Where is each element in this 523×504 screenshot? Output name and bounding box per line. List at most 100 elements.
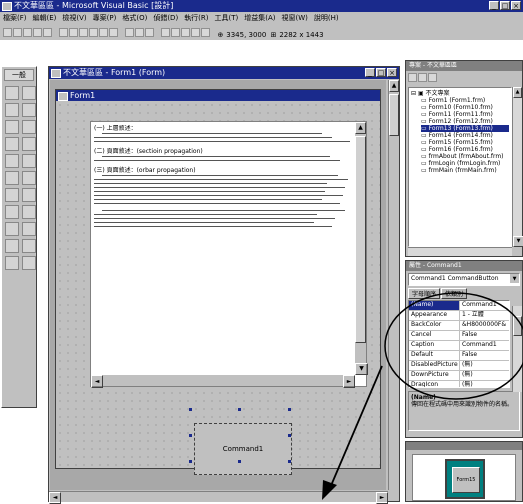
label-tool-icon[interactable] <box>5 103 19 117</box>
toolbox-icon[interactable] <box>200 28 210 37</box>
property-row[interactable]: BackColor &H8000000F& <box>409 321 509 331</box>
listbox-tool-icon[interactable] <box>22 154 36 168</box>
add-project-icon[interactable] <box>3 28 12 37</box>
line-tool-icon[interactable] <box>22 222 36 236</box>
object-browser-icon[interactable] <box>190 28 200 37</box>
undo-icon[interactable] <box>98 28 108 37</box>
project-tree-item[interactable]: ▭ Form13 (Form13.frm) <box>421 125 509 132</box>
project-tree-item[interactable]: ▭ Form12 (Form12.frm) <box>421 118 509 125</box>
project-tree-item[interactable]: ▭ Form16 (Form16.frm) <box>421 146 509 153</box>
tab-categorized[interactable]: 依類別 <box>441 288 468 299</box>
combobox-tool-icon[interactable] <box>5 154 19 168</box>
project-tree-item[interactable]: ▭ frmLogin (frmLogin.frm) <box>421 160 509 167</box>
end-icon[interactable] <box>144 28 154 37</box>
designer-vscrollbar[interactable]: ▲ <box>388 80 399 490</box>
add-form-icon[interactable] <box>13 28 22 37</box>
property-value[interactable]: (無) <box>460 381 509 387</box>
handle-n[interactable] <box>238 408 241 411</box>
minimize-button[interactable]: _ <box>489 1 499 10</box>
textbox-tool-icon[interactable] <box>22 103 36 117</box>
properties-window-icon[interactable] <box>170 28 180 37</box>
project-tree-item[interactable]: ▭ Form15 (Form15.frm) <box>421 139 509 146</box>
hscroll-right-arrow[interactable]: ► <box>343 375 355 388</box>
project-tree-item[interactable]: ▭ frmAbout (frmAbout.frm) <box>421 153 509 160</box>
menu-item-7[interactable]: 工具(T) <box>215 14 239 22</box>
redo-icon[interactable] <box>108 28 118 37</box>
menu-item-0[interactable]: 檔案(F) <box>3 14 27 22</box>
toggle-folders-icon[interactable] <box>428 73 437 82</box>
tree-vscroll-down[interactable]: ▼ <box>513 236 523 247</box>
ole-tool-icon[interactable] <box>5 256 19 270</box>
image-tool-icon[interactable] <box>5 239 19 253</box>
handle-se[interactable] <box>288 460 291 463</box>
handle-e[interactable] <box>288 434 291 437</box>
picturebox-tool-icon[interactable] <box>22 86 36 100</box>
command1-button[interactable]: Command1 <box>194 423 292 475</box>
find-icon[interactable] <box>88 28 98 37</box>
paste-icon[interactable] <box>78 28 88 37</box>
properties-title[interactable]: 屬性 - Command1 <box>406 261 522 271</box>
project-tree-item[interactable]: ▭ Form14 (Form14.frm) <box>421 132 509 139</box>
menu-item-8[interactable]: 增益集(A) <box>244 14 275 22</box>
property-row[interactable]: DragIcon (無) <box>409 381 509 387</box>
toolbox-tab-general[interactable]: 一般 <box>4 69 34 81</box>
vscrollbar-tool-icon[interactable] <box>22 171 36 185</box>
designer-hscrollbar[interactable]: ◄ ► <box>49 491 388 504</box>
property-value[interactable]: (無) <box>460 361 509 370</box>
designer-hscroll-right[interactable]: ► <box>376 492 388 504</box>
checkbox-tool-icon[interactable] <box>5 137 19 151</box>
designer-vscroll-thumb[interactable] <box>389 94 399 136</box>
hscroll-left-arrow[interactable]: ◄ <box>91 375 103 388</box>
property-value[interactable]: &H8000000F& <box>460 321 509 330</box>
designer-hscroll-left[interactable]: ◄ <box>49 492 61 504</box>
property-value[interactable]: Command1 <box>460 341 509 350</box>
handle-w[interactable] <box>189 434 192 437</box>
project-tree-item[interactable]: ▭ frmMain (frmMain.frm) <box>421 167 509 174</box>
menu-item-4[interactable]: 格式(O) <box>122 14 147 22</box>
menu-item-3[interactable]: 專案(P) <box>93 14 117 22</box>
shape-tool-icon[interactable] <box>5 222 19 236</box>
property-value[interactable]: (無) <box>460 371 509 380</box>
property-value[interactable]: False <box>460 351 509 360</box>
property-value[interactable]: 1 - 立體 <box>460 311 509 320</box>
menu-item-9[interactable]: 視窗(W) <box>282 14 308 22</box>
frame-tool-icon[interactable] <box>5 120 19 134</box>
form-layout-form-thumb[interactable]: Form15 <box>452 467 480 493</box>
project-explorer-title[interactable]: 專案 - 不文華區區 <box>406 61 522 71</box>
property-row[interactable]: Caption Command1 <box>409 341 509 351</box>
break-icon[interactable] <box>134 28 144 37</box>
designer-minimize-button[interactable]: _ <box>365 68 375 77</box>
property-value[interactable]: Command1 <box>460 301 509 310</box>
project-tree-vscrollbar[interactable]: ▲ ▼ <box>512 87 523 247</box>
menu-item-5[interactable]: 偵錯(D) <box>153 14 178 22</box>
designer-maximize-button[interactable]: □ <box>376 68 386 77</box>
document-textbox[interactable]: (一) 上層敘述： (二) 頁面敘述：(sectioin propagation)… <box>90 121 368 388</box>
tree-vscroll-up[interactable]: ▲ <box>513 87 522 98</box>
copy-icon[interactable] <box>68 28 78 37</box>
pointer-tool-icon[interactable] <box>5 86 19 100</box>
property-row[interactable]: DownPicture (無) <box>409 371 509 381</box>
open-icon[interactable] <box>33 28 42 37</box>
handle-sw[interactable] <box>189 460 192 463</box>
project-tree-item[interactable]: ▭ Form11 (Form11.frm) <box>421 111 509 118</box>
menu-item-2[interactable]: 檢視(V) <box>62 14 86 22</box>
props-vscroll-thumb[interactable] <box>513 316 522 336</box>
properties-object-dropdown[interactable]: Command1 CommandButton ▼ <box>408 273 520 286</box>
dropdown-arrow-icon[interactable]: ▼ <box>510 274 519 283</box>
tab-alphabetic[interactable]: 字母順序 <box>408 288 441 299</box>
property-row[interactable]: Appearance 1 - 立體 <box>409 311 509 321</box>
handle-ne[interactable] <box>288 408 291 411</box>
property-value[interactable]: False <box>460 331 509 340</box>
textbox-vscrollbar[interactable]: ▲ ▼ <box>355 122 368 375</box>
hscrollbar-tool-icon[interactable] <box>5 171 19 185</box>
menu-editor-icon[interactable] <box>23 28 32 37</box>
data-tool-icon[interactable] <box>22 239 36 253</box>
project-tree-item[interactable]: ▭ Form10 (Form10.frm) <box>421 104 509 111</box>
property-row[interactable]: DisabledPicture (無) <box>409 361 509 371</box>
handle-nw[interactable] <box>189 408 192 411</box>
timer-tool-icon[interactable] <box>5 188 19 202</box>
property-row[interactable]: Default False <box>409 351 509 361</box>
property-row[interactable]: (Name) Command1 <box>409 301 509 311</box>
menu-item-10[interactable]: 說明(H) <box>314 14 339 22</box>
optionbutton-tool-icon[interactable] <box>22 137 36 151</box>
